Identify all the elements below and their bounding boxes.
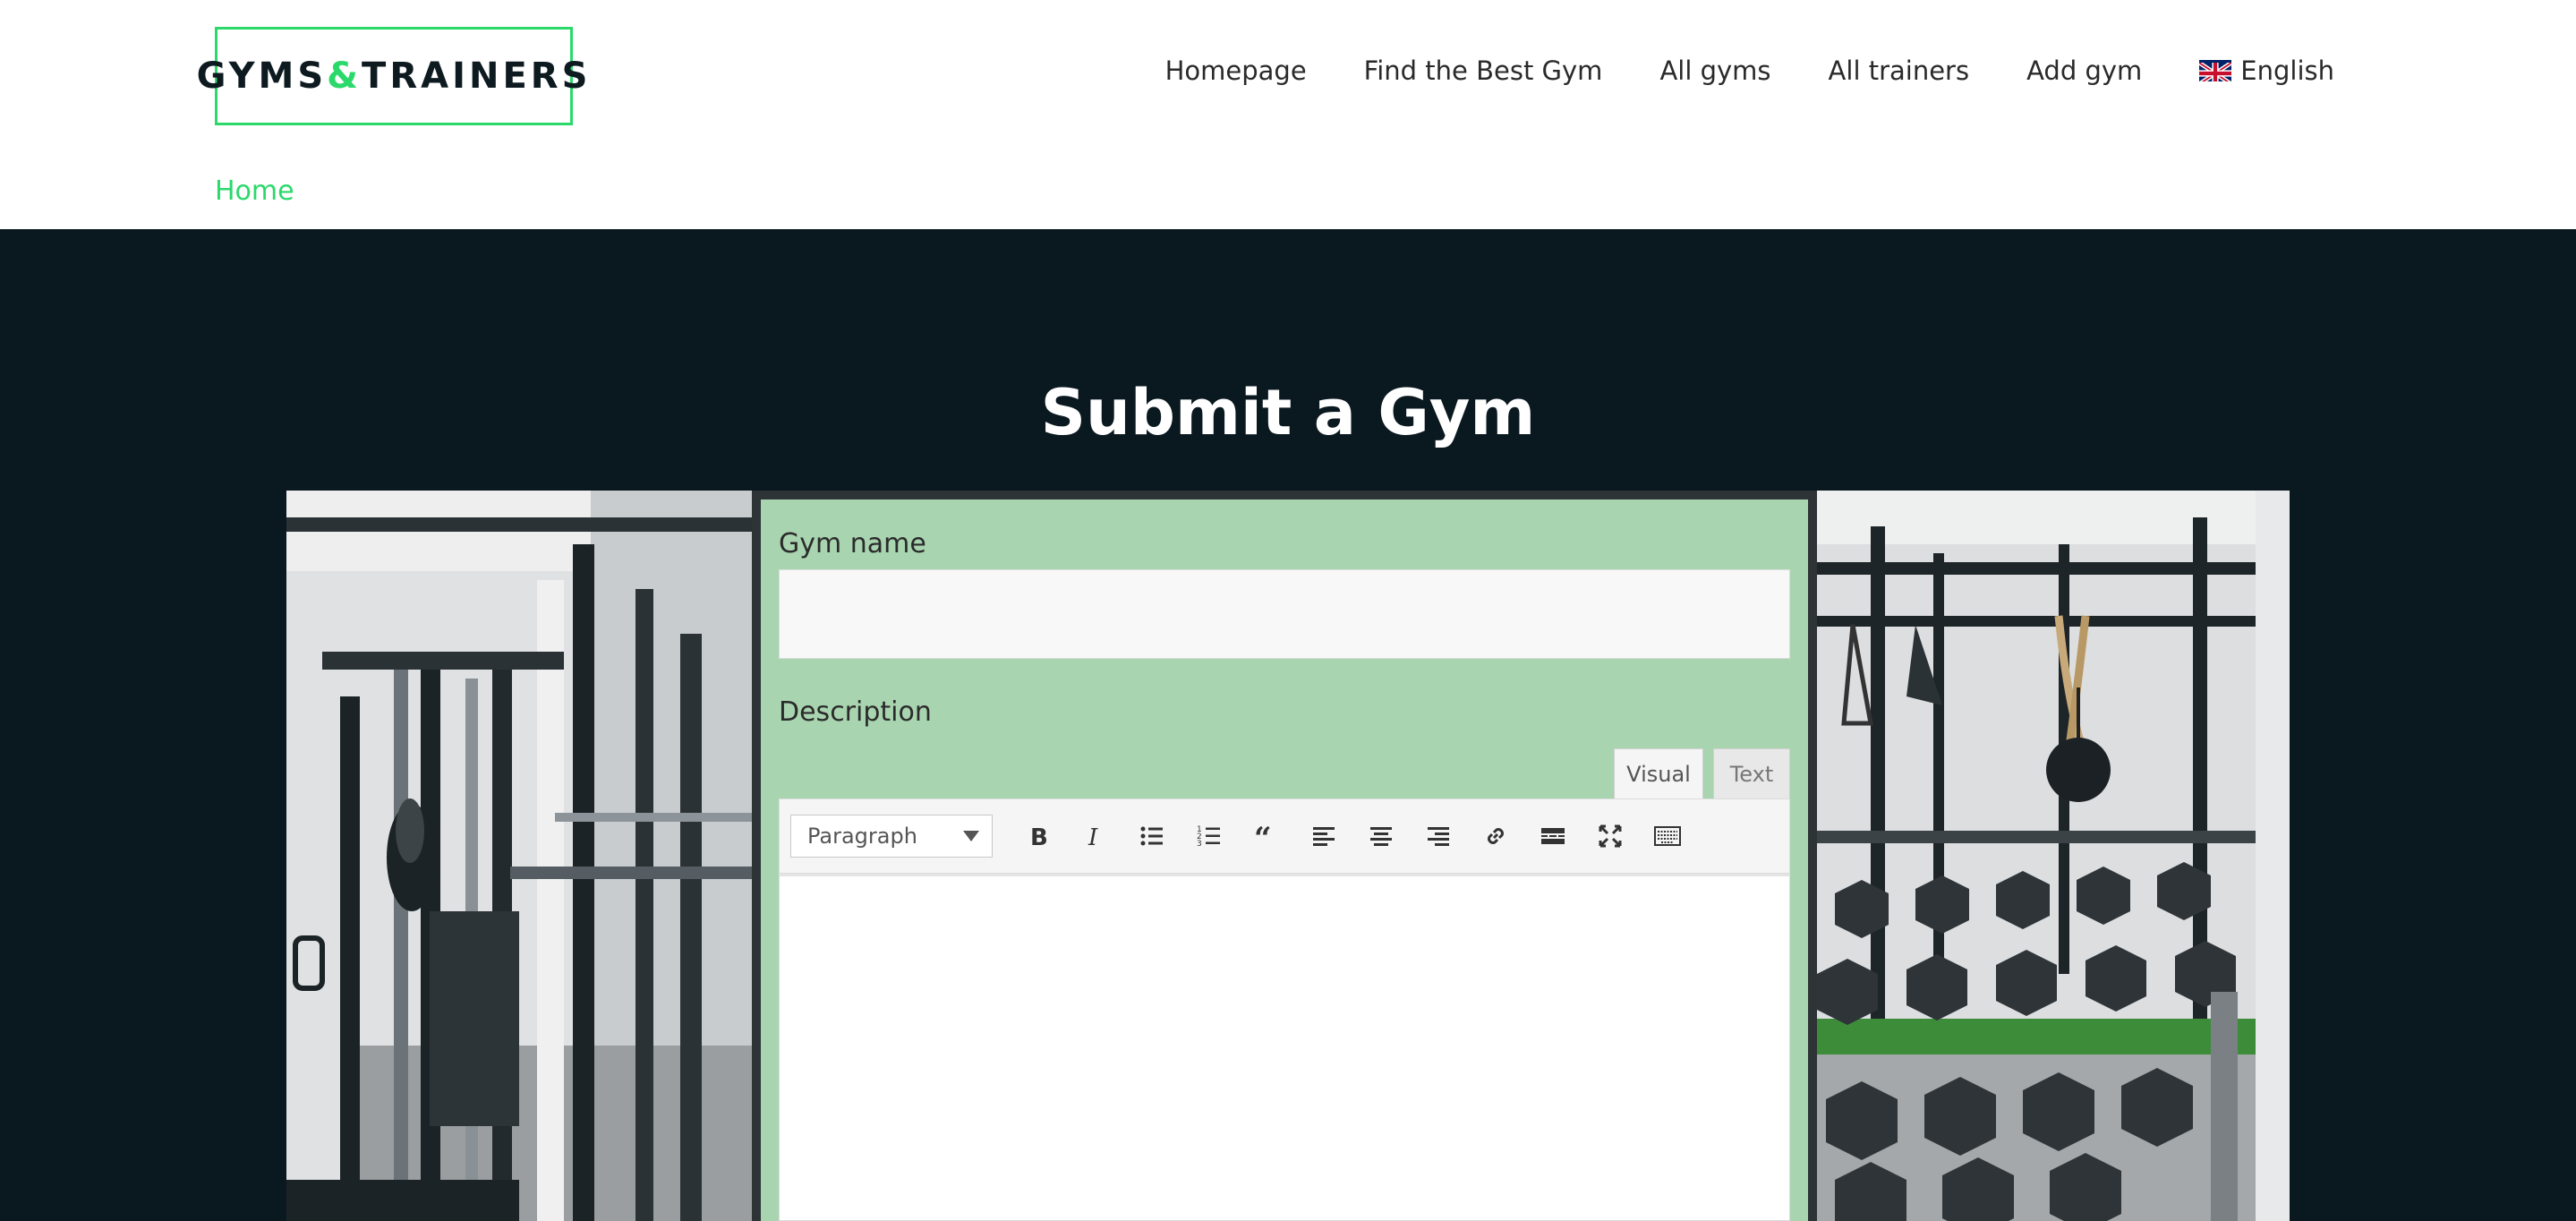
gym-name-label: Gym name: [779, 528, 926, 559]
svg-text:3: 3: [1197, 840, 1202, 849]
toolbar-toggle-icon: [1654, 826, 1681, 846]
tab-visual[interactable]: Visual: [1614, 748, 1703, 798]
uk-flag-icon: [2199, 60, 2232, 81]
read-more-icon: [1541, 828, 1565, 844]
blockquote-button[interactable]: “: [1238, 811, 1295, 861]
numbered-list-icon: 1 2 3: [1197, 825, 1220, 849]
nav-homepage[interactable]: Homepage: [1165, 56, 1307, 86]
svg-text:B: B: [1030, 824, 1048, 850]
format-select[interactable]: Paragraph: [790, 815, 993, 858]
bulleted-list-button[interactable]: [1123, 811, 1181, 861]
editor-toolbar: Paragraph B I 1 2 3 “: [779, 798, 1790, 874]
nav-add-gym[interactable]: Add gym: [2026, 56, 2142, 86]
italic-button[interactable]: I: [1066, 811, 1123, 861]
description-label: Description: [779, 696, 932, 728]
bold-button[interactable]: B: [1009, 811, 1066, 861]
align-right-icon: [1428, 827, 1449, 846]
align-right-button[interactable]: [1410, 811, 1467, 861]
main-nav: Homepage Find the Best Gym All gyms All …: [1165, 56, 2334, 86]
align-left-icon: [1313, 827, 1335, 846]
gym-name-input[interactable]: [779, 569, 1790, 659]
page-title: Submit a Gym: [1040, 376, 1536, 449]
site-header: GYMS & TRAINERS Homepage Find the Best Gym…: [0, 0, 2576, 229]
insert-link-button[interactable]: [1467, 811, 1524, 861]
bulleted-list-icon: [1140, 826, 1163, 846]
bold-icon: B: [1030, 824, 1048, 850]
logo-text-amp: &: [327, 56, 363, 97]
logo-text-trainers: TRAINERS: [362, 56, 592, 97]
numbered-list-button[interactable]: 1 2 3: [1181, 811, 1238, 861]
site-logo[interactable]: GYMS & TRAINERS: [197, 27, 587, 125]
fullscreen-button[interactable]: [1582, 811, 1639, 861]
description-editor[interactable]: [779, 874, 1790, 1221]
svg-text:I: I: [1088, 824, 1098, 850]
svg-text:“: “: [1254, 822, 1272, 850]
italic-icon: I: [1088, 824, 1098, 850]
align-center-icon: [1370, 827, 1392, 846]
toolbar-toggle-button[interactable]: [1639, 811, 1696, 861]
nav-find-best-gym[interactable]: Find the Best Gym: [1364, 56, 1603, 86]
nav-all-trainers[interactable]: All trainers: [1829, 56, 1970, 86]
format-select-value: Paragraph: [807, 824, 917, 849]
language-label: English: [2240, 56, 2334, 86]
gym-photo-right: [1817, 491, 2290, 1221]
logo-text-gyms: GYMS: [196, 56, 328, 97]
link-icon: [1488, 828, 1504, 844]
gym-photo-left: [286, 491, 752, 1221]
align-left-button[interactable]: [1295, 811, 1352, 861]
chevron-down-icon: [963, 831, 979, 841]
tab-text[interactable]: Text: [1713, 748, 1790, 798]
fullscreen-icon: [1599, 824, 1622, 848]
blockquote-icon: “: [1254, 822, 1272, 850]
align-center-button[interactable]: [1352, 811, 1410, 861]
nav-all-gyms[interactable]: All gyms: [1659, 56, 1770, 86]
breadcrumb-home[interactable]: Home: [215, 175, 294, 207]
read-more-button[interactable]: [1524, 811, 1582, 861]
language-switcher[interactable]: English: [2199, 56, 2334, 86]
